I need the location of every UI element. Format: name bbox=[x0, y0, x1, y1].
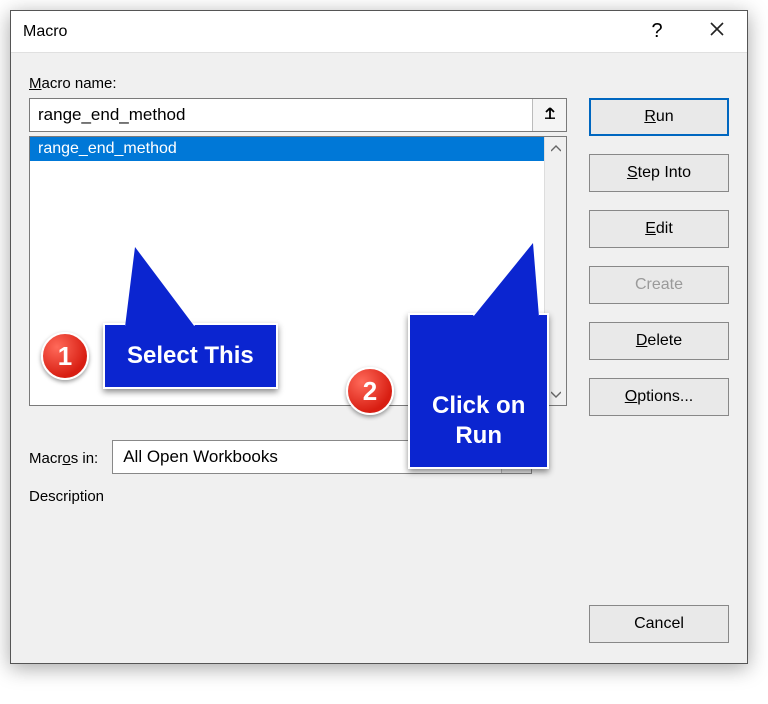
close-button[interactable] bbox=[687, 11, 747, 53]
chevron-down-icon bbox=[551, 387, 561, 401]
help-button[interactable]: ? bbox=[627, 11, 687, 53]
scrollbar[interactable] bbox=[544, 137, 566, 405]
cancel-button[interactable]: Cancel bbox=[589, 605, 729, 643]
macro-name-label: Macro name: bbox=[29, 75, 729, 92]
macros-in-value: All Open Workbooks bbox=[113, 447, 501, 467]
chevron-down-icon bbox=[511, 449, 523, 466]
arrow-up-icon bbox=[542, 105, 558, 125]
edit-button[interactable]: Edit bbox=[589, 210, 729, 248]
list-item[interactable]: range_end_method bbox=[30, 137, 544, 161]
description-label: Description bbox=[29, 488, 729, 505]
dropdown-arrow[interactable] bbox=[501, 441, 531, 473]
macro-name-field bbox=[29, 98, 567, 132]
step-into-button[interactable]: Step Into bbox=[589, 154, 729, 192]
run-button[interactable]: Run bbox=[589, 98, 729, 136]
macro-name-input[interactable] bbox=[30, 99, 532, 131]
dialog-title: Macro bbox=[11, 23, 67, 41]
macro-listbox[interactable]: range_end_method bbox=[29, 136, 567, 406]
options-button[interactable]: Options... bbox=[589, 378, 729, 416]
close-icon bbox=[709, 20, 725, 43]
macros-in-label: Macros in: bbox=[29, 450, 98, 467]
help-icon: ? bbox=[651, 20, 662, 43]
macros-in-dropdown[interactable]: All Open Workbooks bbox=[112, 440, 532, 474]
delete-button[interactable]: Delete bbox=[589, 322, 729, 360]
macro-dialog: Macro ? Macro name: bbox=[10, 10, 748, 664]
create-button: Create bbox=[589, 266, 729, 304]
range-selector-button[interactable] bbox=[532, 99, 566, 131]
chevron-up-icon bbox=[551, 141, 561, 155]
titlebar: Macro ? bbox=[11, 11, 747, 53]
